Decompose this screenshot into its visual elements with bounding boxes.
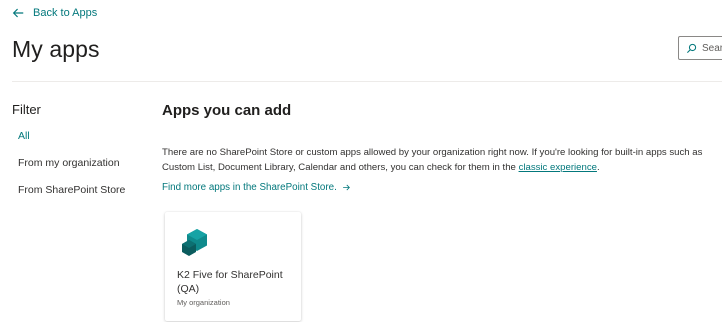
sharepoint-store-link[interactable]: Find more apps in the SharePoint Store. [162, 182, 351, 193]
filter-item-from-my-organization[interactable]: From my organization [18, 157, 120, 169]
search-box[interactable] [678, 36, 722, 60]
search-input[interactable] [702, 42, 722, 54]
filter-item-from-sharepoint-store[interactable]: From SharePoint Store [18, 184, 125, 196]
k2-hexagon-logo-icon [182, 229, 207, 256]
arrow-right-icon [342, 184, 350, 191]
app-name: K2 Five for SharePoint (QA) [177, 269, 283, 295]
notice-end: . [596, 162, 600, 173]
classic-experience-link[interactable]: classic experience [519, 162, 597, 173]
page-title: My apps [12, 36, 100, 62]
notice-body: There are no SharePoint Store or custom … [162, 147, 703, 173]
app-card[interactable]: K2 Five for SharePoint (QA) My organizat… [165, 212, 301, 321]
search-icon [687, 43, 697, 53]
sharepoint-store-link-label: Find more apps in the SharePoint Store. [162, 182, 337, 193]
arrow-left-icon [12, 8, 24, 18]
section-title: Apps you can add [162, 102, 292, 119]
header-divider [12, 81, 722, 82]
filter-title: Filter [12, 102, 41, 117]
back-to-apps-link[interactable]: Back to Apps [11, 6, 97, 20]
app-source: My organization [177, 298, 230, 307]
notice-text: There are no SharePoint Store or custom … [162, 145, 722, 175]
filter-item-all[interactable]: All [18, 130, 30, 142]
back-to-apps-label: Back to Apps [33, 7, 98, 19]
